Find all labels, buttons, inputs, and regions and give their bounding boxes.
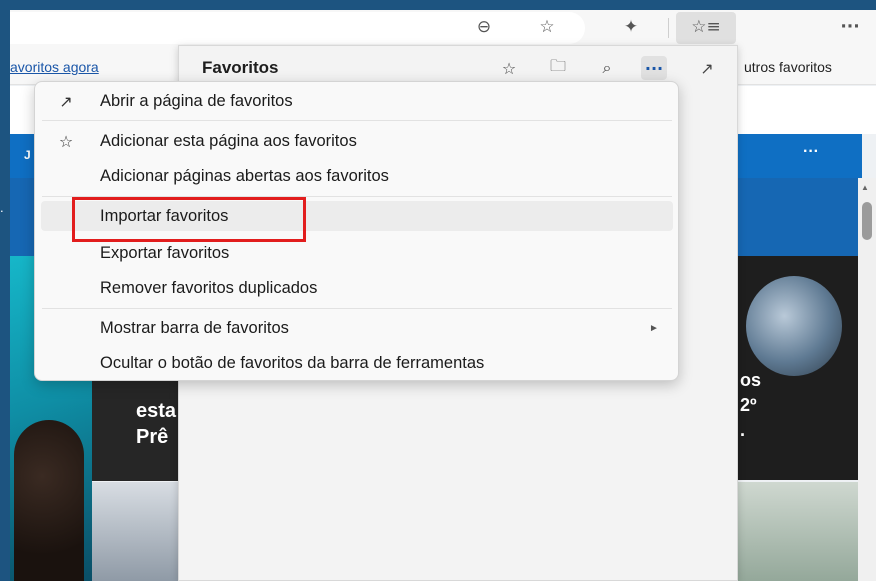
menu-item-label: Adicionar esta página aos favoritos xyxy=(100,131,357,150)
menu-item-export-favorites[interactable]: Exportar favoritos xyxy=(41,238,673,268)
menu-item-label: Remover favoritos duplicados xyxy=(100,278,318,297)
news-card-right-image-2[interactable] xyxy=(736,482,858,581)
address-bar[interactable] xyxy=(10,12,585,44)
more-options-button[interactable]: ··· xyxy=(641,56,667,80)
star-outline-icon[interactable]: ☆ xyxy=(535,16,559,38)
add-favorite-icon[interactable]: ☆ xyxy=(496,56,522,80)
menu-item-label: Exportar favoritos xyxy=(100,243,230,262)
open-external-icon: ↗ xyxy=(59,91,73,111)
news-card-right-title[interactable]: os 2º . xyxy=(740,368,761,443)
menu-item-add-this-page[interactable]: ☆ Adicionar esta página aos favoritos xyxy=(41,126,673,156)
search-icon[interactable]: ⌕ xyxy=(594,56,620,80)
news-card-title[interactable]: esta Prê xyxy=(136,398,176,450)
puzzle-icon[interactable]: ✦ xyxy=(619,16,643,38)
menu-item-add-open-pages[interactable]: Adicionar páginas abertas aos favoritos xyxy=(41,161,673,191)
favorites-hub-button[interactable]: ☆≡ xyxy=(676,12,736,44)
site-nav-item[interactable]: J xyxy=(24,148,31,162)
favorites-bar-link[interactable]: avoritos agora xyxy=(10,59,99,75)
zoom-out-icon[interactable]: ⊖ xyxy=(472,16,496,38)
menu-divider xyxy=(42,120,672,121)
menu-item-open-favorites-page[interactable]: ↗ Abrir a página de favoritos xyxy=(41,86,673,116)
add-favorite-icon: ☆ xyxy=(58,131,74,151)
chevron-right-icon: ► xyxy=(649,322,659,334)
edge-text: . xyxy=(0,200,4,215)
other-favorites-link[interactable]: utros favoritos xyxy=(744,59,832,75)
news-card-image-2[interactable] xyxy=(92,482,180,581)
menu-item-label: Ocultar o botão de favoritos da barra de… xyxy=(100,353,485,372)
menu-item-label: Mostrar barra de favoritos xyxy=(100,318,289,337)
scrollbar-thumb[interactable] xyxy=(862,202,872,240)
menu-item-hide-favorites-button[interactable]: Ocultar o botão de favoritos da barra de… xyxy=(41,348,673,378)
menu-divider xyxy=(42,308,672,309)
browser-more-button[interactable]: ··· xyxy=(838,16,862,38)
browser-toolbar: ⊖ ☆ ✦ ☆≡ ··· xyxy=(10,10,876,45)
add-folder-icon[interactable]: 🗀 xyxy=(545,56,571,80)
highlight-annotation-box xyxy=(72,197,306,242)
hero-person-image xyxy=(14,420,84,581)
pin-icon[interactable]: ↗ xyxy=(694,56,720,80)
globe-image xyxy=(746,276,842,376)
scroll-up-arrow-icon[interactable]: ▲ xyxy=(861,183,869,192)
favorites-hub-title: Favoritos xyxy=(202,58,279,77)
toolbar-separator xyxy=(668,18,669,38)
window-frame-top xyxy=(0,0,876,10)
menu-item-label: Abrir a página de favoritos xyxy=(100,91,293,110)
favorites-list-icon: ☆≡ xyxy=(691,17,721,37)
window-frame-left xyxy=(0,0,10,581)
menu-item-remove-duplicates[interactable]: Remover favoritos duplicados xyxy=(41,273,673,303)
menu-item-label: Adicionar páginas abertas aos favoritos xyxy=(100,166,389,185)
menu-item-show-favorites-bar[interactable]: Mostrar barra de favoritos ► xyxy=(41,313,673,343)
site-nav-more[interactable]: ··· xyxy=(803,143,819,161)
